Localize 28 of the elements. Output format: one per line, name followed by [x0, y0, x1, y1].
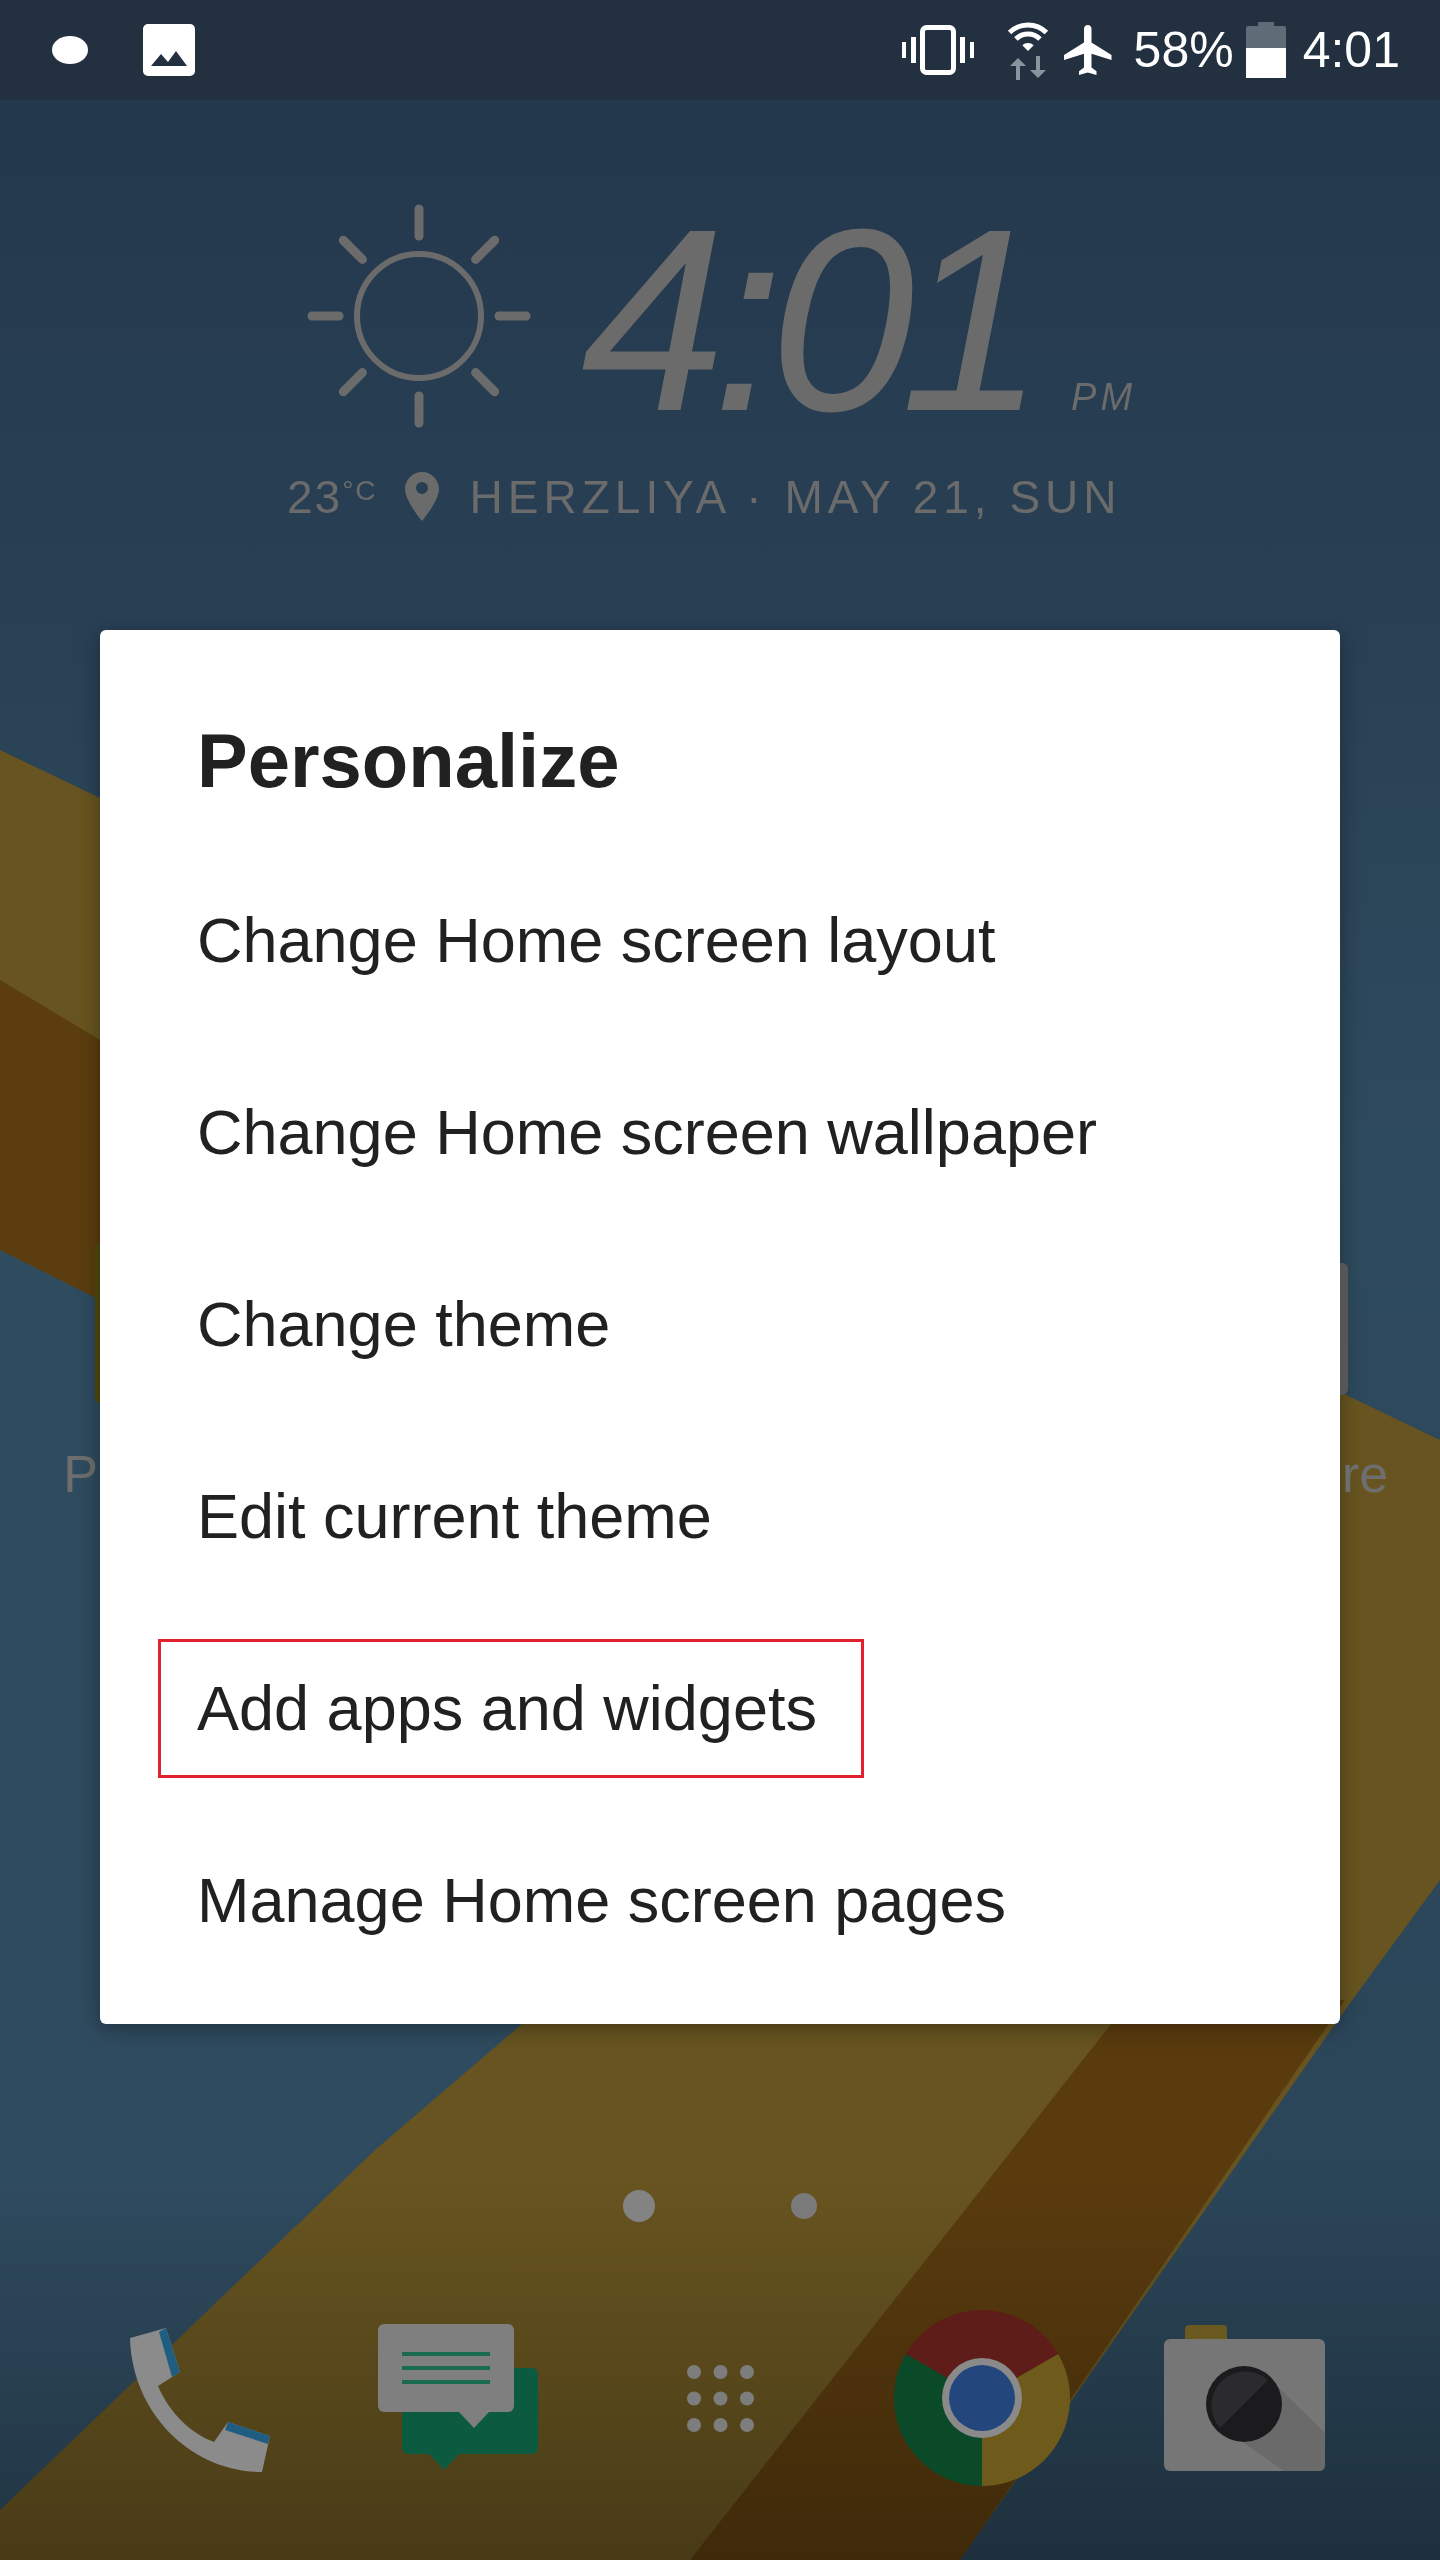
covered-app-icon: [95, 1243, 100, 1403]
menu-item[interactable]: Change Home screen wallpaper: [158, 1062, 1144, 1202]
status-time: 4:01: [1302, 25, 1400, 75]
location-pin-icon: [404, 472, 439, 521]
location-date: HERZLIYA · MAY 21, SUN: [469, 473, 1122, 520]
menu-item[interactable]: Add apps and widgets: [158, 1638, 864, 1778]
dialog-title: Personalize: [197, 717, 620, 805]
covered-app-icon: [1340, 1263, 1348, 1395]
clock-time: 4:01: [581, 190, 1032, 450]
menu-item[interactable]: Change theme: [158, 1254, 658, 1394]
image-icon: [143, 24, 195, 76]
battery-percentage: 58%: [1133, 25, 1234, 75]
clock-period: PM: [1071, 378, 1137, 416]
segmented-circle-icon[interactable]: [894, 2310, 1070, 2486]
menu-item[interactable]: Manage Home screen pages: [158, 1830, 1053, 1970]
menu-item[interactable]: Change Home screen layout: [158, 870, 1043, 1010]
menu-item[interactable]: Edit current theme: [158, 1446, 759, 1586]
vibrate-icon: [901, 25, 974, 75]
app-label: P: [63, 1448, 98, 1500]
battery-icon: [1245, 22, 1286, 78]
temperature: 23$^{°C}$: [287, 473, 378, 520]
notification-dot-icon: [52, 36, 88, 64]
airplane-icon: [1063, 25, 1114, 75]
sun-icon: [307, 204, 531, 428]
app-label: re: [1342, 1448, 1389, 1500]
camera-icon[interactable]: [1163, 2325, 1325, 2471]
chat-bubbles-icon[interactable]: [378, 2324, 538, 2472]
dots-grid-icon[interactable]: [686, 2364, 754, 2432]
